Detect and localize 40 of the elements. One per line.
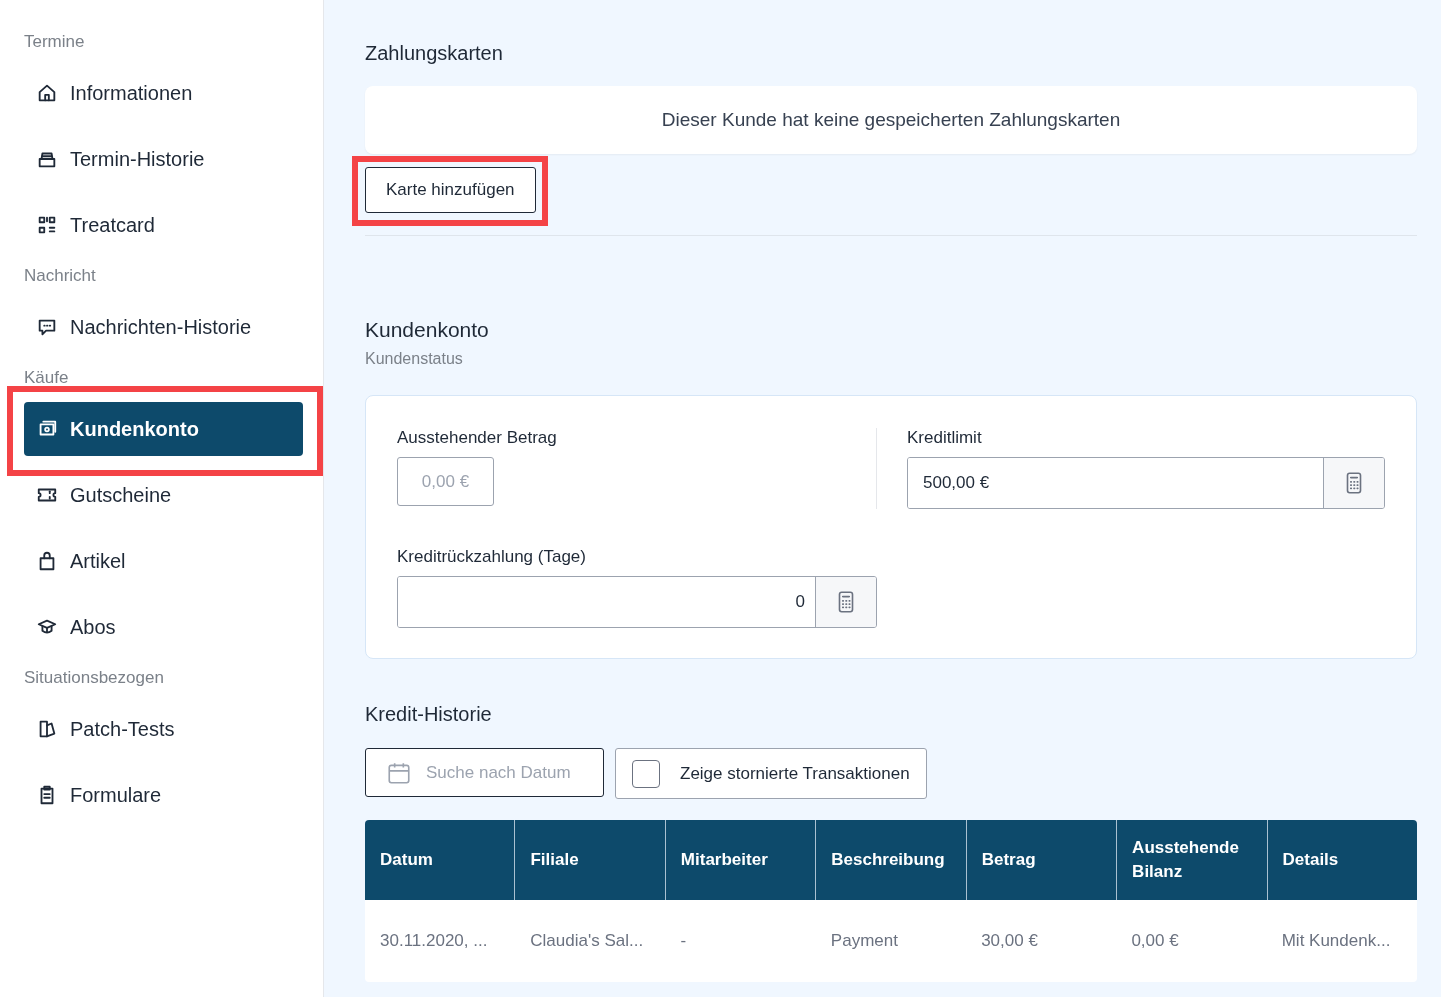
field-label: Kreditrückzahlung (Tage) — [397, 547, 587, 567]
table-cell-text: Mit Kundenk... — [1280, 930, 1392, 952]
nav-item[interactable]: Gutscheine — [24, 468, 303, 522]
section-title: Kundenkonto — [365, 318, 490, 342]
nav-group-heading: Situationsbezogen — [23, 668, 165, 689]
date-search-field[interactable]: Suche nach Datum — [365, 748, 604, 797]
nav-group-heading: Nachricht — [23, 266, 97, 287]
nav-item[interactable]: Informationen — [24, 66, 303, 120]
table-cell-text: 30.11.2020, ... — [379, 930, 489, 952]
nav-item[interactable]: Abos — [24, 600, 303, 654]
repayment-days-input-group[interactable]: 0 — [397, 576, 877, 628]
field-label: Ausstehender Betrag — [397, 428, 558, 448]
nav-group-heading: Termine — [23, 32, 86, 53]
table-cell-text: 0,00 € — [1130, 930, 1180, 952]
calculator-button[interactable] — [815, 577, 876, 627]
table-cell-text: Claudia's Sal... — [529, 930, 645, 952]
table-row[interactable]: 30.11.2020, ... Claudia's Sal... - Payment 30,00 € 0,00 € Mit Kundenk... — [365, 900, 1417, 982]
empty-message: Dieser Kunde hat keine gespeicherten Zahlungskarten — [661, 109, 1121, 131]
nav-group-heading: Käufe — [23, 368, 70, 389]
table-cell-text: Payment — [829, 930, 899, 952]
nav-item[interactable]: Artikel — [24, 534, 303, 588]
nav-icon — [36, 214, 58, 236]
calculator-button[interactable] — [1323, 458, 1384, 508]
section-title: Kredit-Historie — [365, 703, 493, 726]
nav-item[interactable]: Treatcard — [24, 198, 303, 252]
nav-item[interactable]: Patch-Tests — [24, 702, 303, 756]
table-cell-text: - — [679, 930, 688, 952]
nav-item[interactable]: Termin-Historie — [24, 132, 303, 186]
nav-icon — [36, 82, 58, 104]
nav-item[interactable]: Kundenkonto — [24, 402, 303, 456]
add-card-button[interactable]: Karte hinzufügen — [365, 167, 536, 213]
nav-item[interactable]: Nachrichten-Historie — [24, 300, 303, 354]
column-header: Details — [1281, 849, 1340, 872]
field-label: Kreditlimit — [907, 428, 983, 448]
credit-limit-input-group[interactable]: 500,00 € — [907, 457, 1385, 509]
section-subtitle: Kundenstatus — [365, 350, 464, 368]
table-cell-text: 30,00 € — [980, 930, 1039, 952]
section-title: Zahlungskarten — [365, 42, 504, 65]
show-cancelled-checkbox[interactable]: Zeige stornierte Transaktionen — [615, 748, 927, 799]
nav-item[interactable]: Formulare — [24, 768, 303, 822]
